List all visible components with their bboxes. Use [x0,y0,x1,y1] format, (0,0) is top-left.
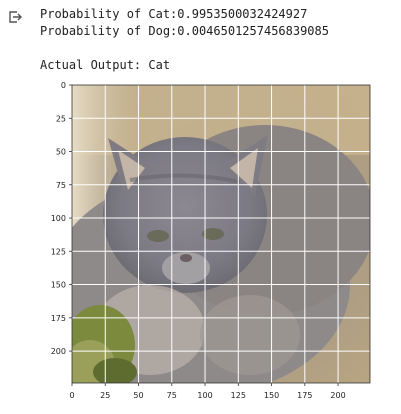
x-tick-label: 0 [69,391,74,400]
y-tick-label: 125 [51,247,66,256]
y-tick-label: 150 [51,281,66,290]
y-tick-label: 75 [56,181,66,190]
x-axis-ticks: 0 25 50 75 100 125 150 175 200 [69,383,346,400]
y-tick-label: 0 [61,81,66,90]
y-tick-label: 200 [51,347,66,356]
x-tick-label: 200 [330,391,345,400]
x-tick-label: 125 [231,391,246,400]
y-tick-label: 100 [51,214,66,223]
y-tick-label: 175 [51,314,66,323]
cat-photo [72,85,370,383]
x-tick-label: 175 [297,391,312,400]
image-plot: 0 25 50 75 100 125 150 175 200 0 25 50 75 100 125 150 1… [51,81,371,400]
y-axis-ticks: 0 25 50 75 100 125 150 175 200 [51,81,72,356]
x-tick-label: 75 [167,391,177,400]
y-tick-label: 25 [56,114,66,123]
y-tick-label: 50 [56,148,66,157]
x-tick-label: 150 [264,391,279,400]
x-tick-label: 50 [133,391,143,400]
x-tick-label: 100 [197,391,212,400]
x-tick-label: 25 [100,391,110,400]
